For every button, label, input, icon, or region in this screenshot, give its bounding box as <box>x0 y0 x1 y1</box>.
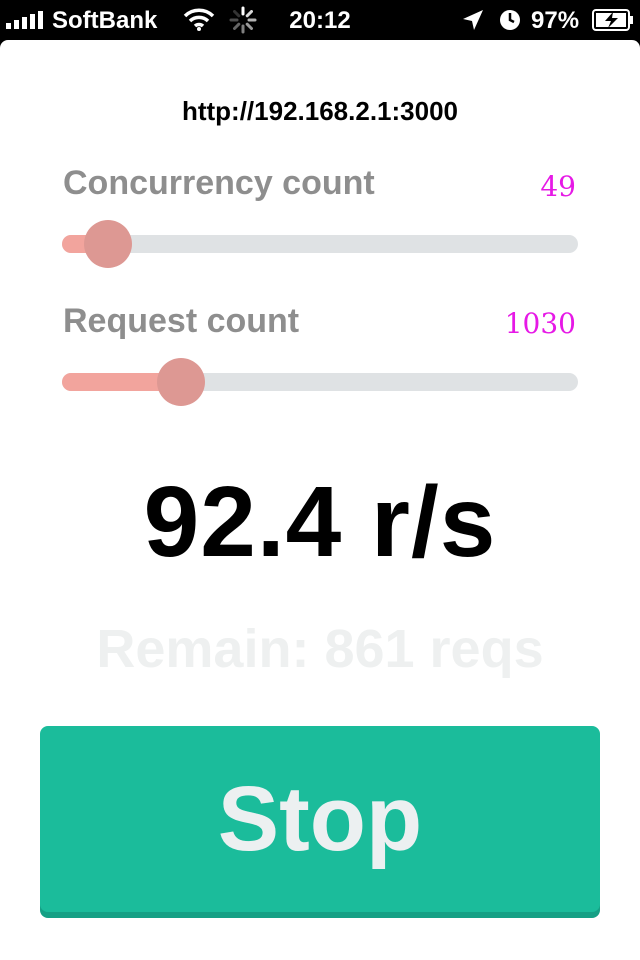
battery-percent: 97% <box>531 7 580 34</box>
concurrency-label: Concurrency count <box>63 164 375 202</box>
target-url: http://192.168.2.1:3000 <box>181 96 459 126</box>
request-count-label: Request count <box>63 302 300 340</box>
concurrency-value: 49 <box>540 170 576 203</box>
location-arrow-icon <box>461 8 485 39</box>
status-bar: SoftBank 20:12 97% <box>0 0 640 40</box>
request-rate: 92.4 r/s <box>143 466 497 578</box>
battery-charging-icon <box>592 9 634 38</box>
request-count-slider[interactable] <box>62 358 578 406</box>
request-count-value: 1030 <box>504 307 576 340</box>
concurrency-slider[interactable] <box>62 220 578 268</box>
remaining-requests: Remain: 861 reqs <box>96 619 544 679</box>
app-content: http://192.168.2.1:3000 Concurrency coun… <box>0 40 640 960</box>
concurrency-slider-thumb[interactable] <box>84 220 133 268</box>
alarm-clock-icon <box>498 8 522 39</box>
request-count-slider-thumb[interactable] <box>156 358 205 406</box>
stop-button[interactable]: Stop <box>40 726 600 912</box>
